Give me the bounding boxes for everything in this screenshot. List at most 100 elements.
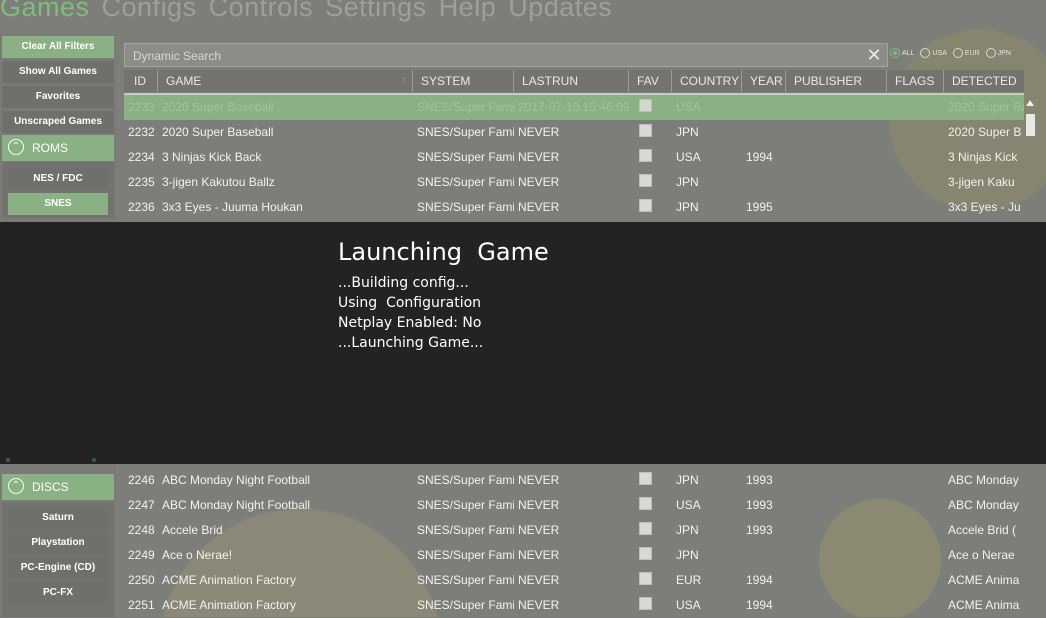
- cell-id: 2250: [128, 573, 155, 587]
- cell-game: ACME Animation Factory: [162, 598, 297, 612]
- favorite-checkbox[interactable]: [629, 593, 672, 618]
- cell-country: JPN: [676, 175, 699, 189]
- cell-id: 2232: [128, 125, 155, 139]
- column-header-game[interactable]: GAME ↑: [158, 70, 413, 92]
- favorite-checkbox[interactable]: [629, 120, 672, 145]
- checkbox-icon: [639, 199, 652, 213]
- cell-detected: 3x3 Eyes - Ju: [948, 200, 1021, 214]
- table-row[interactable]: 2235 3-jigen Kakutou Ballz SNES/Super Fami…: [124, 170, 1024, 195]
- cell-year: 1993: [746, 498, 773, 512]
- table-row[interactable]: 2236 3x3 Eyes - Juuma Houkan SNES/Super Fa…: [124, 195, 1024, 220]
- region-radio-usa[interactable]: USA: [920, 48, 947, 58]
- overlay-line: ...Building config...: [338, 275, 469, 291]
- favorite-checkbox[interactable]: [629, 518, 672, 543]
- menu-games[interactable]: Games: [0, 0, 90, 28]
- radio-icon: [952, 48, 963, 58]
- cell-flags: [887, 568, 944, 593]
- sidebar-item-saturn[interactable]: Saturn: [8, 507, 108, 529]
- roms-section-header[interactable]: ⌃ ROMS: [2, 135, 114, 161]
- checkbox-icon: [639, 572, 652, 586]
- menu-help[interactable]: Help: [439, 0, 497, 28]
- cell-game: 3x3 Eyes - Juuma Houkan: [162, 200, 303, 214]
- favorite-checkbox[interactable]: [629, 568, 672, 593]
- favorite-checkbox[interactable]: [629, 170, 672, 195]
- sidebar-item-snes[interactable]: SNES: [8, 193, 108, 215]
- radio-icon: [920, 48, 931, 58]
- cell-game: Accele Brid: [162, 523, 223, 537]
- cell-system: SNES/Super Famic: [417, 200, 514, 214]
- cell-flags: [887, 518, 944, 543]
- favorites-button[interactable]: Favorites: [2, 86, 114, 108]
- favorite-checkbox[interactable]: [629, 145, 672, 170]
- column-header-lastrun[interactable]: LASTRUN: [514, 70, 629, 92]
- favorite-checkbox[interactable]: [629, 468, 672, 493]
- table-row[interactable]: 2234 3 Ninjas Kick Back SNES/Super Famic NE…: [124, 145, 1024, 170]
- cell-year: 1994: [746, 598, 773, 612]
- sidebar-item-pc-fx[interactable]: PC-FX: [8, 582, 108, 604]
- roms-label: ROMS: [32, 141, 68, 155]
- menu-controls[interactable]: Controls: [209, 0, 314, 28]
- table-row[interactable]: 2233 2020 Super Baseball SNES/Super Famic 2…: [124, 95, 1024, 120]
- cell-id: 2246: [128, 473, 155, 487]
- column-header-publisher[interactable]: PUBLISHER: [786, 70, 887, 92]
- cell-lastrun: NEVER: [518, 498, 560, 512]
- region-radio-eur[interactable]: EUR: [952, 48, 980, 58]
- favorite-checkbox[interactable]: [629, 95, 672, 120]
- favorite-checkbox[interactable]: [629, 493, 672, 518]
- table-row[interactable]: 2246 ABC Monday Night Football SNES/Super …: [124, 468, 1024, 493]
- table-row[interactable]: 2248 Accele Brid SNES/Super Famic NEVER JPN 1…: [124, 518, 1024, 543]
- region-radio-all[interactable]: ALL: [890, 48, 914, 58]
- scroll-up-icon[interactable]: [1026, 100, 1034, 106]
- region-radio-jpn[interactable]: JPN: [985, 48, 1011, 58]
- cell-flags: [887, 120, 944, 145]
- clear-all-filters-button[interactable]: Clear All Filters: [2, 36, 114, 58]
- overlay-title: Launching Game: [338, 238, 549, 266]
- table-row[interactable]: 2249 Ace o Nerae! SNES/Super Famic NEVER JPN…: [124, 543, 1024, 568]
- cell-year: 1994: [746, 150, 773, 164]
- cell-id: 2234: [128, 150, 155, 164]
- scroll-thumb[interactable]: [1026, 114, 1035, 136]
- checkbox-icon: [639, 99, 652, 113]
- cell-system: SNES/Super Famic: [417, 523, 514, 537]
- column-header-detected[interactable]: DETECTED: [944, 70, 1024, 92]
- vertical-scrollbar[interactable]: [1024, 96, 1036, 136]
- sidebar-item-pc-engine-cd[interactable]: PC-Engine (CD): [8, 557, 108, 579]
- menu-updates[interactable]: Updates: [508, 0, 612, 28]
- favorite-checkbox[interactable]: [629, 543, 672, 568]
- column-header-id[interactable]: ID: [124, 70, 158, 92]
- favorite-checkbox[interactable]: [629, 195, 672, 220]
- table-row[interactable]: 2251 ACME Animation Factory SNES/Super Fam…: [124, 593, 1024, 618]
- close-icon[interactable]: ✕: [865, 45, 883, 65]
- cell-year: [742, 95, 786, 120]
- checkbox-icon: [639, 149, 652, 163]
- column-header-flags[interactable]: FLAGS: [887, 70, 944, 92]
- cell-publisher: [786, 593, 887, 618]
- column-header-year[interactable]: YEAR: [742, 70, 786, 92]
- search-input[interactable]: [125, 44, 865, 68]
- unscraped-games-button[interactable]: Unscraped Games: [2, 111, 114, 133]
- cell-system: SNES/Super Famic: [417, 573, 514, 587]
- cell-year: [742, 543, 786, 568]
- cell-year: 1993: [746, 523, 773, 537]
- cell-id: 2235: [128, 175, 155, 189]
- sidebar-item-playstation[interactable]: Playstation: [8, 532, 108, 554]
- cell-game: Ace o Nerae!: [162, 548, 233, 562]
- sidebar-item-nes-fdc[interactable]: NES / FDC: [8, 168, 108, 190]
- column-header-country[interactable]: COUNTRY: [672, 70, 742, 92]
- region-label: EUR: [964, 49, 980, 57]
- column-header-system[interactable]: SYSTEM: [413, 70, 514, 92]
- table-row[interactable]: 2232 2020 Super Baseball SNES/Super Famic N…: [124, 120, 1024, 145]
- discs-section-header[interactable]: ⌃ DISCS: [2, 474, 114, 500]
- column-header-fav[interactable]: FAV: [629, 70, 672, 92]
- menu-settings[interactable]: Settings: [325, 0, 427, 28]
- table-row[interactable]: 2247 ABC Monday Night Football SNES/Super …: [124, 493, 1024, 518]
- cell-country: JPN: [676, 523, 699, 537]
- menu-configs[interactable]: Configs: [102, 0, 197, 28]
- region-label: ALL: [902, 49, 915, 57]
- cell-id: 2248: [128, 523, 155, 537]
- launch-overlay: Launching Game ...Building config... Usi…: [0, 222, 1046, 464]
- table-row[interactable]: 2250 ACME Animation Factory SNES/Super Fam…: [124, 568, 1024, 593]
- cell-lastrun: NEVER: [518, 175, 560, 189]
- cell-year: 1994: [746, 573, 773, 587]
- show-all-games-button[interactable]: Show All Games: [2, 61, 114, 83]
